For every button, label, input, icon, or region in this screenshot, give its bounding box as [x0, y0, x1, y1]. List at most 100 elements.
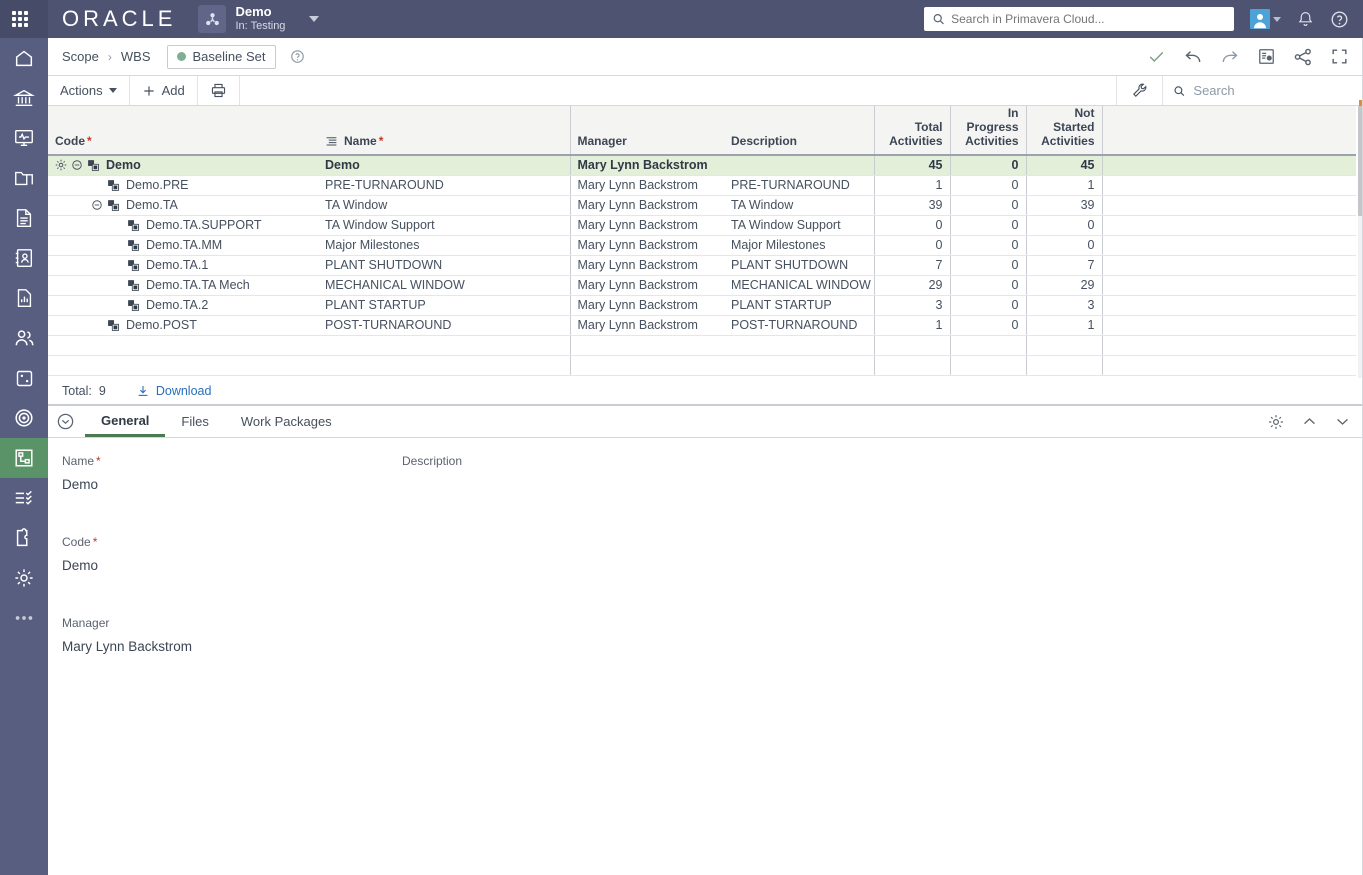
cell-code[interactable]: Demo.TA.2: [48, 295, 318, 316]
tab-work-packages[interactable]: Work Packages: [225, 406, 348, 437]
tab-general[interactable]: General: [85, 406, 166, 437]
table-row-empty[interactable]: [48, 355, 1356, 376]
cell-in-progress-activities[interactable]: 0: [949, 155, 1026, 176]
cell-in-progress-activities[interactable]: 0: [949, 315, 1026, 336]
col-header-code[interactable]: Code *: [48, 106, 318, 156]
table-row[interactable]: Demo.TA TA Window Mary Lynn Backstrom TA Wi…: [48, 195, 1356, 216]
cell-description[interactable]: TA Window: [724, 195, 874, 216]
cell-total-activities[interactable]: 45: [873, 155, 950, 176]
cell-name[interactable]: MECHANICAL WINDOW: [318, 275, 570, 296]
cell-total-activities[interactable]: 7: [873, 255, 950, 276]
sidebar-item-dashboards[interactable]: [0, 118, 48, 158]
cell-manager[interactable]: Mary Lynn Backstrom: [569, 295, 724, 316]
cell-description[interactable]: Major Milestones: [724, 235, 874, 256]
col-header-not-started-activities[interactable]: Not Started Activities: [1025, 106, 1102, 156]
cell-not-started-activities[interactable]: 3: [1025, 295, 1102, 316]
sidebar-item-documents[interactable]: [0, 198, 48, 238]
breadcrumb-item-wbs[interactable]: WBS: [121, 49, 151, 64]
cell-manager[interactable]: Mary Lynn Backstrom: [569, 275, 724, 296]
bell-icon[interactable]: [1297, 10, 1314, 28]
cell-total-activities[interactable]: 39: [873, 195, 950, 216]
cell-manager[interactable]: Mary Lynn Backstrom: [569, 315, 724, 336]
chevron-up-icon[interactable]: [1301, 413, 1318, 430]
project-selector[interactable]: Demo In: Testing: [198, 4, 320, 33]
cell-manager[interactable]: Mary Lynn Backstrom: [569, 235, 724, 256]
cell-in-progress-activities[interactable]: 0: [949, 295, 1026, 316]
cell-code[interactable]: Demo.TA.1: [48, 255, 318, 276]
col-header-total-activities[interactable]: Total Activities: [873, 106, 950, 156]
cell-total-activities[interactable]: 0: [873, 215, 950, 236]
cell-not-started-activities[interactable]: 39: [1025, 195, 1102, 216]
cell-manager[interactable]: Mary Lynn Backstrom: [569, 255, 724, 276]
help-circle-icon[interactable]: [290, 49, 305, 64]
cell-total-activities[interactable]: 29: [873, 275, 950, 296]
report-icon[interactable]: [1257, 47, 1276, 66]
baseline-set-chip[interactable]: Baseline Set: [166, 44, 276, 69]
gear-icon[interactable]: [1267, 413, 1285, 431]
chevron-circle-down-icon[interactable]: [56, 412, 75, 431]
cell-name[interactable]: Demo: [318, 155, 570, 176]
redo-icon[interactable]: [1220, 47, 1240, 67]
breadcrumb-item-scope[interactable]: Scope: [62, 49, 99, 64]
table-row[interactable]: Demo.TA.TA Mech MECHANICAL WINDOW Mary Lyn…: [48, 275, 1356, 296]
table-row[interactable]: Demo.TA.2 PLANT STARTUP Mary Lynn Backstro…: [48, 295, 1356, 316]
global-search-input[interactable]: [951, 12, 1226, 26]
cell-description[interactable]: [724, 155, 874, 176]
print-button[interactable]: [198, 76, 240, 105]
check-icon[interactable]: [1147, 47, 1166, 66]
table-row[interactable]: Demo.TA.1 PLANT SHUTDOWN Mary Lynn Backstr…: [48, 255, 1356, 276]
chevron-down-icon[interactable]: [309, 16, 320, 22]
row-settings-gear-icon[interactable]: [55, 159, 71, 171]
table-row[interactable]: Demo Demo Mary Lynn Backstrom 45 0 45: [48, 155, 1356, 176]
table-row[interactable]: Demo.TA.SUPPORT TA Window Support Mary Lyn…: [48, 215, 1356, 236]
cell-not-started-activities[interactable]: 45: [1025, 155, 1102, 176]
cell-manager[interactable]: Mary Lynn Backstrom: [569, 215, 724, 236]
col-header-in-progress-activities[interactable]: In Progress Activities: [949, 106, 1026, 156]
sidebar-item-resources[interactable]: [0, 318, 48, 358]
name-field-value[interactable]: Demo: [62, 477, 402, 492]
cell-code[interactable]: Demo.TA: [48, 195, 318, 216]
cell-total-activities[interactable]: 0: [873, 235, 950, 256]
cell-description[interactable]: POST-TURNAROUND: [724, 315, 874, 336]
cell-code[interactable]: Demo.TA.SUPPORT: [48, 215, 318, 236]
sidebar-item-risk[interactable]: [0, 358, 48, 398]
col-header-description[interactable]: Description: [724, 106, 874, 156]
sidebar-item-portfolio[interactable]: [0, 78, 48, 118]
col-header-manager[interactable]: Manager: [569, 106, 724, 156]
cell-in-progress-activities[interactable]: 0: [949, 275, 1026, 296]
help-circle-icon[interactable]: [1330, 10, 1349, 29]
grid-search-input[interactable]: [1193, 83, 1353, 98]
cell-code[interactable]: Demo: [48, 155, 318, 176]
cell-code[interactable]: Demo.TA.TA Mech: [48, 275, 318, 296]
cell-not-started-activities[interactable]: 1: [1025, 175, 1102, 196]
sidebar-item-more[interactable]: [0, 598, 48, 638]
cell-name[interactable]: PLANT SHUTDOWN: [318, 255, 570, 276]
cell-description[interactable]: MECHANICAL WINDOW: [724, 275, 874, 296]
global-search[interactable]: [924, 7, 1234, 31]
cell-description[interactable]: PLANT SHUTDOWN: [724, 255, 874, 276]
cell-in-progress-activities[interactable]: 0: [949, 235, 1026, 256]
cell-name[interactable]: PRE-TURNAROUND: [318, 175, 570, 196]
chevron-down-icon[interactable]: [1334, 413, 1351, 430]
cell-name[interactable]: TA Window Support: [318, 215, 570, 236]
cell-not-started-activities[interactable]: 0: [1025, 215, 1102, 236]
cell-not-started-activities[interactable]: 0: [1025, 235, 1102, 256]
cell-manager[interactable]: Mary Lynn Backstrom: [569, 155, 724, 176]
code-field-value[interactable]: Demo: [62, 558, 402, 573]
table-row[interactable]: Demo.POST POST-TURNAROUND Mary Lynn Backst…: [48, 315, 1356, 336]
cell-in-progress-activities[interactable]: 0: [949, 215, 1026, 236]
sidebar-item-directory[interactable]: [0, 238, 48, 278]
table-row-empty[interactable]: [48, 335, 1356, 356]
cell-name[interactable]: PLANT STARTUP: [318, 295, 570, 316]
cell-code[interactable]: Demo.POST: [48, 315, 318, 336]
cell-description[interactable]: PLANT STARTUP: [724, 295, 874, 316]
cell-in-progress-activities[interactable]: 0: [949, 175, 1026, 196]
cell-manager[interactable]: Mary Lynn Backstrom: [569, 175, 724, 196]
manager-field-value[interactable]: Mary Lynn Backstrom: [62, 639, 402, 654]
cell-name[interactable]: Major Milestones: [318, 235, 570, 256]
cell-in-progress-activities[interactable]: 0: [949, 255, 1026, 276]
sidebar-item-files[interactable]: [0, 158, 48, 198]
cell-total-activities[interactable]: 1: [873, 315, 950, 336]
cell-not-started-activities[interactable]: 1: [1025, 315, 1102, 336]
fullscreen-icon[interactable]: [1330, 47, 1349, 66]
